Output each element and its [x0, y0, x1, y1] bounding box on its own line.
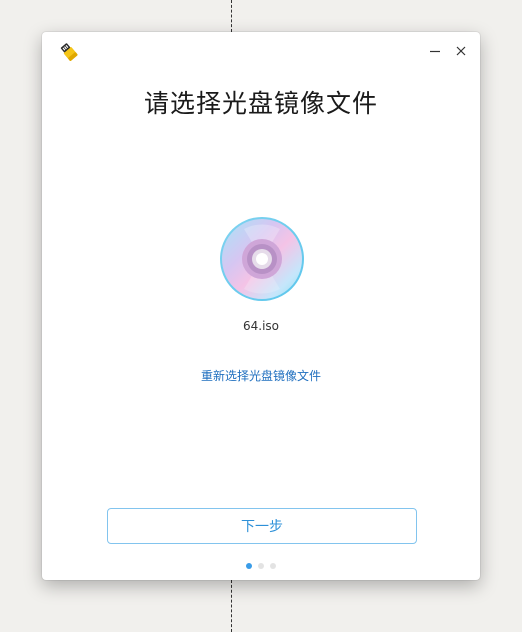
step-dot-1 — [246, 563, 252, 569]
installer-window: 请选择光盘镜像文件 64.iso 重新选择光盘镜像文件 下一步 — [42, 32, 480, 580]
page-title: 请选择光盘镜像文件 — [143, 89, 378, 118]
disc-icon — [218, 215, 306, 303]
desktop: 请选择光盘镜像文件 64.iso 重新选择光盘镜像文件 下一步 — [0, 0, 522, 632]
minimize-icon — [430, 50, 440, 53]
guide-line-bottom — [231, 580, 232, 632]
step-dot-2 — [258, 563, 264, 569]
selected-file-name: 64.iso — [242, 319, 279, 333]
next-button[interactable]: 下一步 — [107, 508, 417, 544]
minimize-button[interactable] — [424, 40, 446, 62]
step-dot-3 — [270, 563, 276, 569]
reselect-image-link[interactable]: 重新选择光盘镜像文件 — [42, 367, 480, 384]
close-button[interactable] — [450, 40, 472, 62]
usb-drive-icon — [58, 41, 80, 63]
step-indicator — [42, 563, 480, 569]
guide-line-top — [231, 0, 232, 32]
close-icon — [456, 46, 466, 56]
